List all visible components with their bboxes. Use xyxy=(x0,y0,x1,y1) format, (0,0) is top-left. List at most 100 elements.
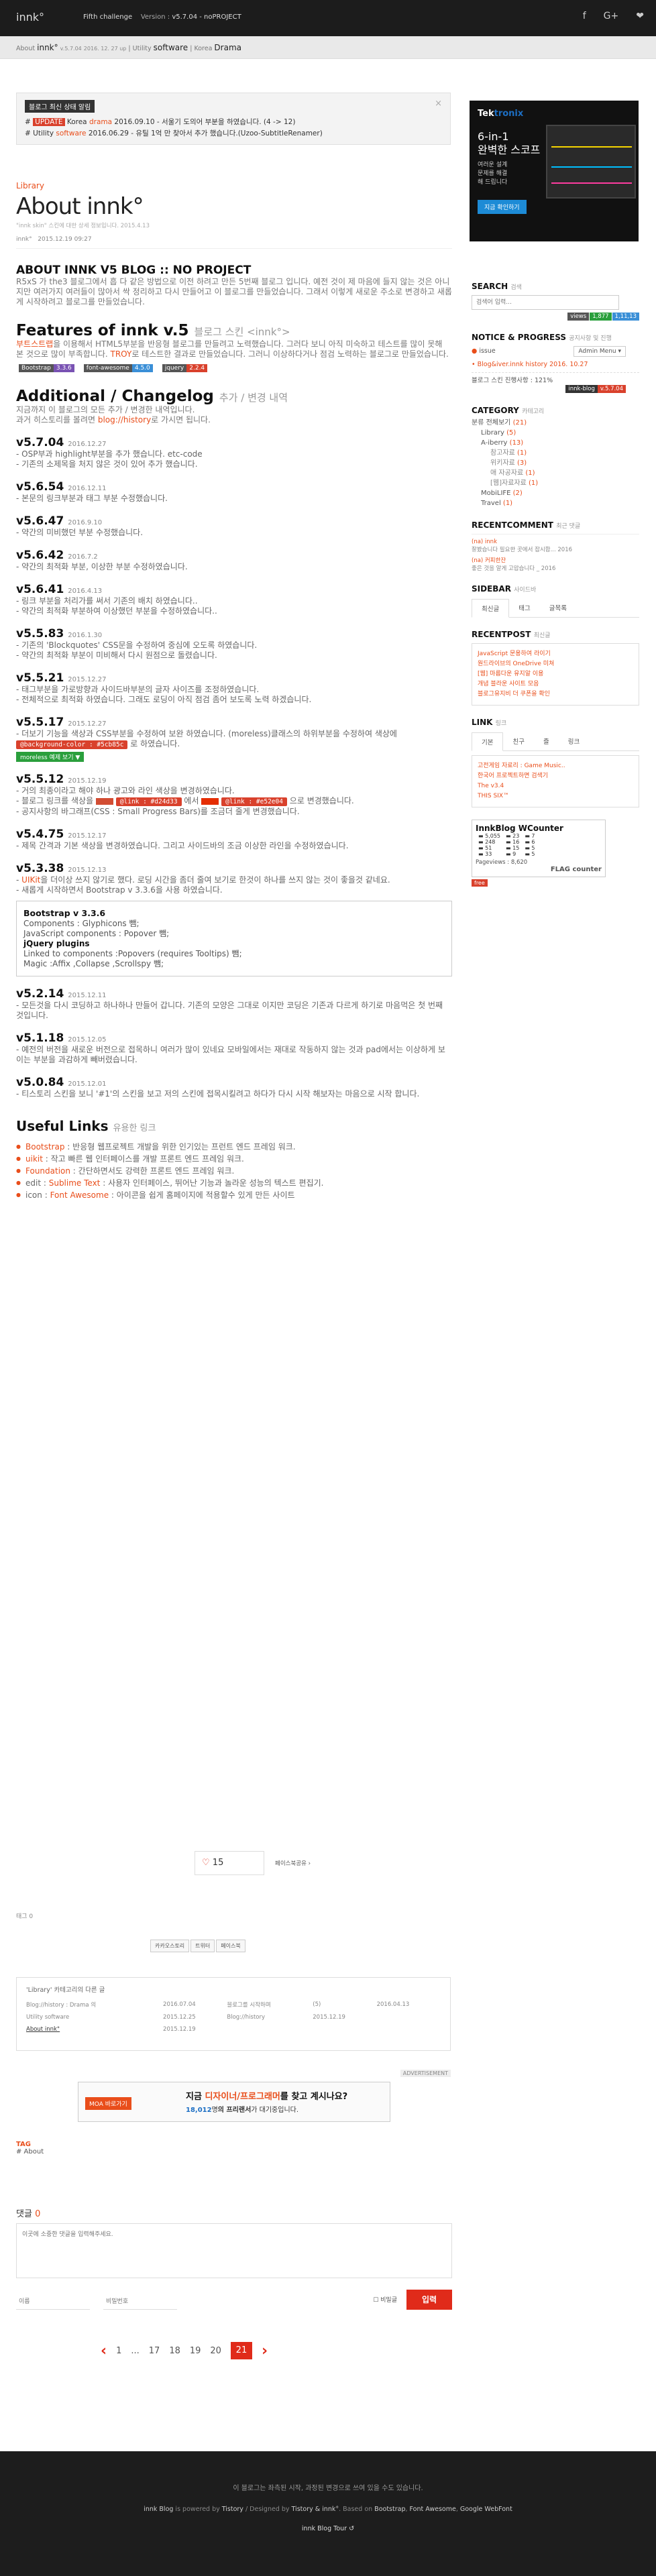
admin-menu-dropdown[interactable]: Admin Menu ▾ xyxy=(573,346,626,357)
notice-link[interactable]: drama xyxy=(89,118,112,126)
tektronix-ad[interactable]: Tektronix 6-in-1 완벽한 스코프 여러운 설계 문제를 해결 해… xyxy=(470,101,639,241)
list-item[interactable]: 블로그유지비 더 쿠폰을 확인 xyxy=(478,689,633,699)
list-item[interactable]: 고전게임 자료리 : Game Music.. xyxy=(478,761,633,771)
tab-link[interactable]: 링크 xyxy=(559,732,589,750)
crumb-about: About xyxy=(16,45,36,52)
link-name[interactable]: uikit xyxy=(25,1154,43,1164)
post-author[interactable]: innk° xyxy=(16,236,32,243)
related-link[interactable]: Blog://history : Drama 의 xyxy=(26,1998,163,2011)
version-number: v5.3.38 xyxy=(16,862,64,875)
list-item[interactable]: JavaScript 문용하여 라이기 xyxy=(478,649,633,659)
tab-fav[interactable]: 즐 xyxy=(534,732,559,750)
version-line: - UIKit을 더이상 쓰지 않기로 했다. 로딩 시간을 좀더 줄여 보기로… xyxy=(16,875,452,885)
close-icon[interactable]: × xyxy=(435,99,442,109)
footer-link[interactable]: Bootstrap xyxy=(374,2506,405,2513)
list-item[interactable]: 개념 블라운 사이트 모음 xyxy=(478,679,633,689)
ad-logo[interactable]: MOA 바로가기 xyxy=(85,2097,131,2110)
page-link[interactable]: 19 xyxy=(190,2346,201,2356)
search-input[interactable] xyxy=(472,295,619,310)
twitter-share-button[interactable]: 트위터 xyxy=(190,1940,215,1952)
link-name[interactable]: Font Awesome xyxy=(50,1190,109,1200)
site-logo[interactable]: innk° xyxy=(16,11,44,23)
sidebar-category-item[interactable]: Library (5) xyxy=(472,428,639,438)
related-link[interactable]: About innk° xyxy=(26,2023,163,2035)
post-category[interactable]: Library xyxy=(16,181,452,190)
sidebar-category-item[interactable]: [웹]자료자료 (1) xyxy=(472,478,639,488)
list-item[interactable]: 원드라이브의 OneDrive 미쳐 xyxy=(478,659,633,669)
list-item[interactable]: The v3.4 xyxy=(478,781,633,791)
crumb-software[interactable]: software xyxy=(154,43,188,52)
sidebar-category-item[interactable]: A-iberry (13) xyxy=(472,438,639,448)
related-link[interactable]: Utility software xyxy=(26,2011,163,2023)
features-link[interactable]: 부트스트랩 xyxy=(16,339,53,349)
sidebar-category-item[interactable]: 분류 전체보기 (21) xyxy=(472,418,639,428)
tag-item[interactable]: # About xyxy=(16,2148,44,2155)
notice-link[interactable]: software xyxy=(56,129,86,137)
version-list: v5.7.04 2016.12.27- OSP부과 highlight부분을 추… xyxy=(16,436,452,895)
heart-icon[interactable]: ❤ xyxy=(636,11,644,21)
googleplus-icon[interactable]: G+ xyxy=(604,11,619,21)
name-input[interactable] xyxy=(16,2294,90,2310)
sidebar-category-item[interactable]: Travel (1) xyxy=(472,498,639,508)
facebook-share-link[interactable]: 페이스북공유 › xyxy=(275,1859,311,1867)
footer-link[interactable]: Google WebFont xyxy=(460,2506,512,2513)
crumb-innk[interactable]: innk° xyxy=(37,43,58,52)
footer-link[interactable]: Font Awesome xyxy=(410,2506,456,2513)
sidebar-category-item[interactable]: 참고자료 (1) xyxy=(472,448,639,458)
current-page[interactable]: 21 xyxy=(230,2342,252,2359)
password-input[interactable] xyxy=(103,2294,177,2310)
ad-title: 6-in-1 완벽한 스코프 xyxy=(478,130,541,156)
like-button[interactable]: ♡ 15 xyxy=(195,1851,264,1875)
page-link[interactable]: 17 xyxy=(149,2346,160,2356)
list-item[interactable]: 한국어 프로젝트하면 검색기 xyxy=(478,771,633,781)
link-tabs: 기본 친구 즐 링크 xyxy=(472,732,639,751)
link-name[interactable]: Foundation xyxy=(25,1166,70,1176)
tab-basic[interactable]: 기본 xyxy=(472,732,504,751)
widget-title: SEARCH 검색 xyxy=(472,282,639,291)
category-sub: 카테고리 xyxy=(522,408,545,415)
sidebar-category-item[interactable]: MobiLIFE (2) xyxy=(472,488,639,498)
ad-button[interactable]: 지금 확인하기 xyxy=(478,200,527,214)
moa-ad-banner[interactable]: MOA 바로가기 지금 디자이너/프로그래머를 찾고 계시나요? 18,012명… xyxy=(78,2082,390,2122)
secret-checkbox[interactable]: ☐ 비밀글 xyxy=(373,2295,397,2304)
notice-link[interactable]: • Blog&iver.innk history 2016. 10.27 xyxy=(472,359,639,370)
related-link[interactable]: Blog://history xyxy=(227,2011,313,2023)
tab-tags[interactable]: 태그 xyxy=(509,599,539,617)
related-link[interactable] xyxy=(227,2023,313,2035)
comment-textarea[interactable] xyxy=(16,2223,452,2278)
link-name[interactable]: Sublime Text xyxy=(49,1178,101,1188)
link-name[interactable]: Bootstrap xyxy=(25,1142,64,1152)
next-page-icon[interactable]: › xyxy=(262,2343,268,2359)
moreless-toggle[interactable]: moreless 예제 보기 ▼ xyxy=(16,752,85,762)
tab-recent[interactable]: 최신글 xyxy=(472,599,510,618)
bootstrap-line: Components : Glyphicons 뺌; xyxy=(23,919,140,928)
page-link[interactable]: 1 xyxy=(116,2346,121,2356)
page-link[interactable]: 18 xyxy=(169,2346,180,2356)
submit-button[interactable]: 입력 xyxy=(406,2290,452,2310)
prev-page-icon[interactable]: ‹ xyxy=(101,2343,107,2359)
list-item[interactable]: (na) innk 잘봤습니다 필요한 곳에서 잡시합... 2016 xyxy=(472,539,639,553)
page-link[interactable]: 20 xyxy=(210,2346,221,2356)
crumb-drama[interactable]: Drama xyxy=(214,43,241,52)
footer-link[interactable]: Tistory & innk° xyxy=(292,2506,339,2513)
features-link[interactable]: TROY xyxy=(111,349,132,359)
footer-link[interactable]: Tistory xyxy=(222,2506,243,2513)
blog-tour-link[interactable]: innk Blog Tour ↺ xyxy=(0,2525,656,2532)
list-item[interactable]: (na) 커피한잔 좋은 것을 알게 고맙습니다 _ 2016 xyxy=(472,556,639,572)
related-link[interactable]: 블로그를 시작하며 xyxy=(227,1998,313,2011)
facebook-icon[interactable]: f xyxy=(583,11,586,21)
ad-count: 18,012 xyxy=(186,2107,212,2114)
facebook-share-button[interactable]: 페이스북 xyxy=(216,1940,245,1952)
list-item[interactable]: [웹] 마름다운 유지알 이용 xyxy=(478,669,633,679)
uikit-link[interactable]: UIKit xyxy=(21,875,40,885)
list-item[interactable]: THIS SIX™ xyxy=(478,791,633,801)
history-link[interactable]: blog://history xyxy=(98,415,151,425)
tab-posts[interactable]: 글목록 xyxy=(540,599,576,617)
flag-counter[interactable]: InnkBlog WCounter ▬ 5,055 ▬ 23 ▬ 7 ▬ 248 ▬ … xyxy=(472,820,606,877)
kakaostory-share-button[interactable]: 카카오스토리 xyxy=(150,1940,190,1952)
version-number: v5.5.17 xyxy=(16,716,64,729)
bootstrap-box-title: Bootstrap v 3.3.6 xyxy=(23,908,106,918)
sidebar-category-item[interactable]: 애 자공자료 (1) xyxy=(472,468,639,478)
sidebar-category-item[interactable]: 위키자료 (3) xyxy=(472,458,639,468)
tab-friend[interactable]: 친구 xyxy=(503,732,533,750)
